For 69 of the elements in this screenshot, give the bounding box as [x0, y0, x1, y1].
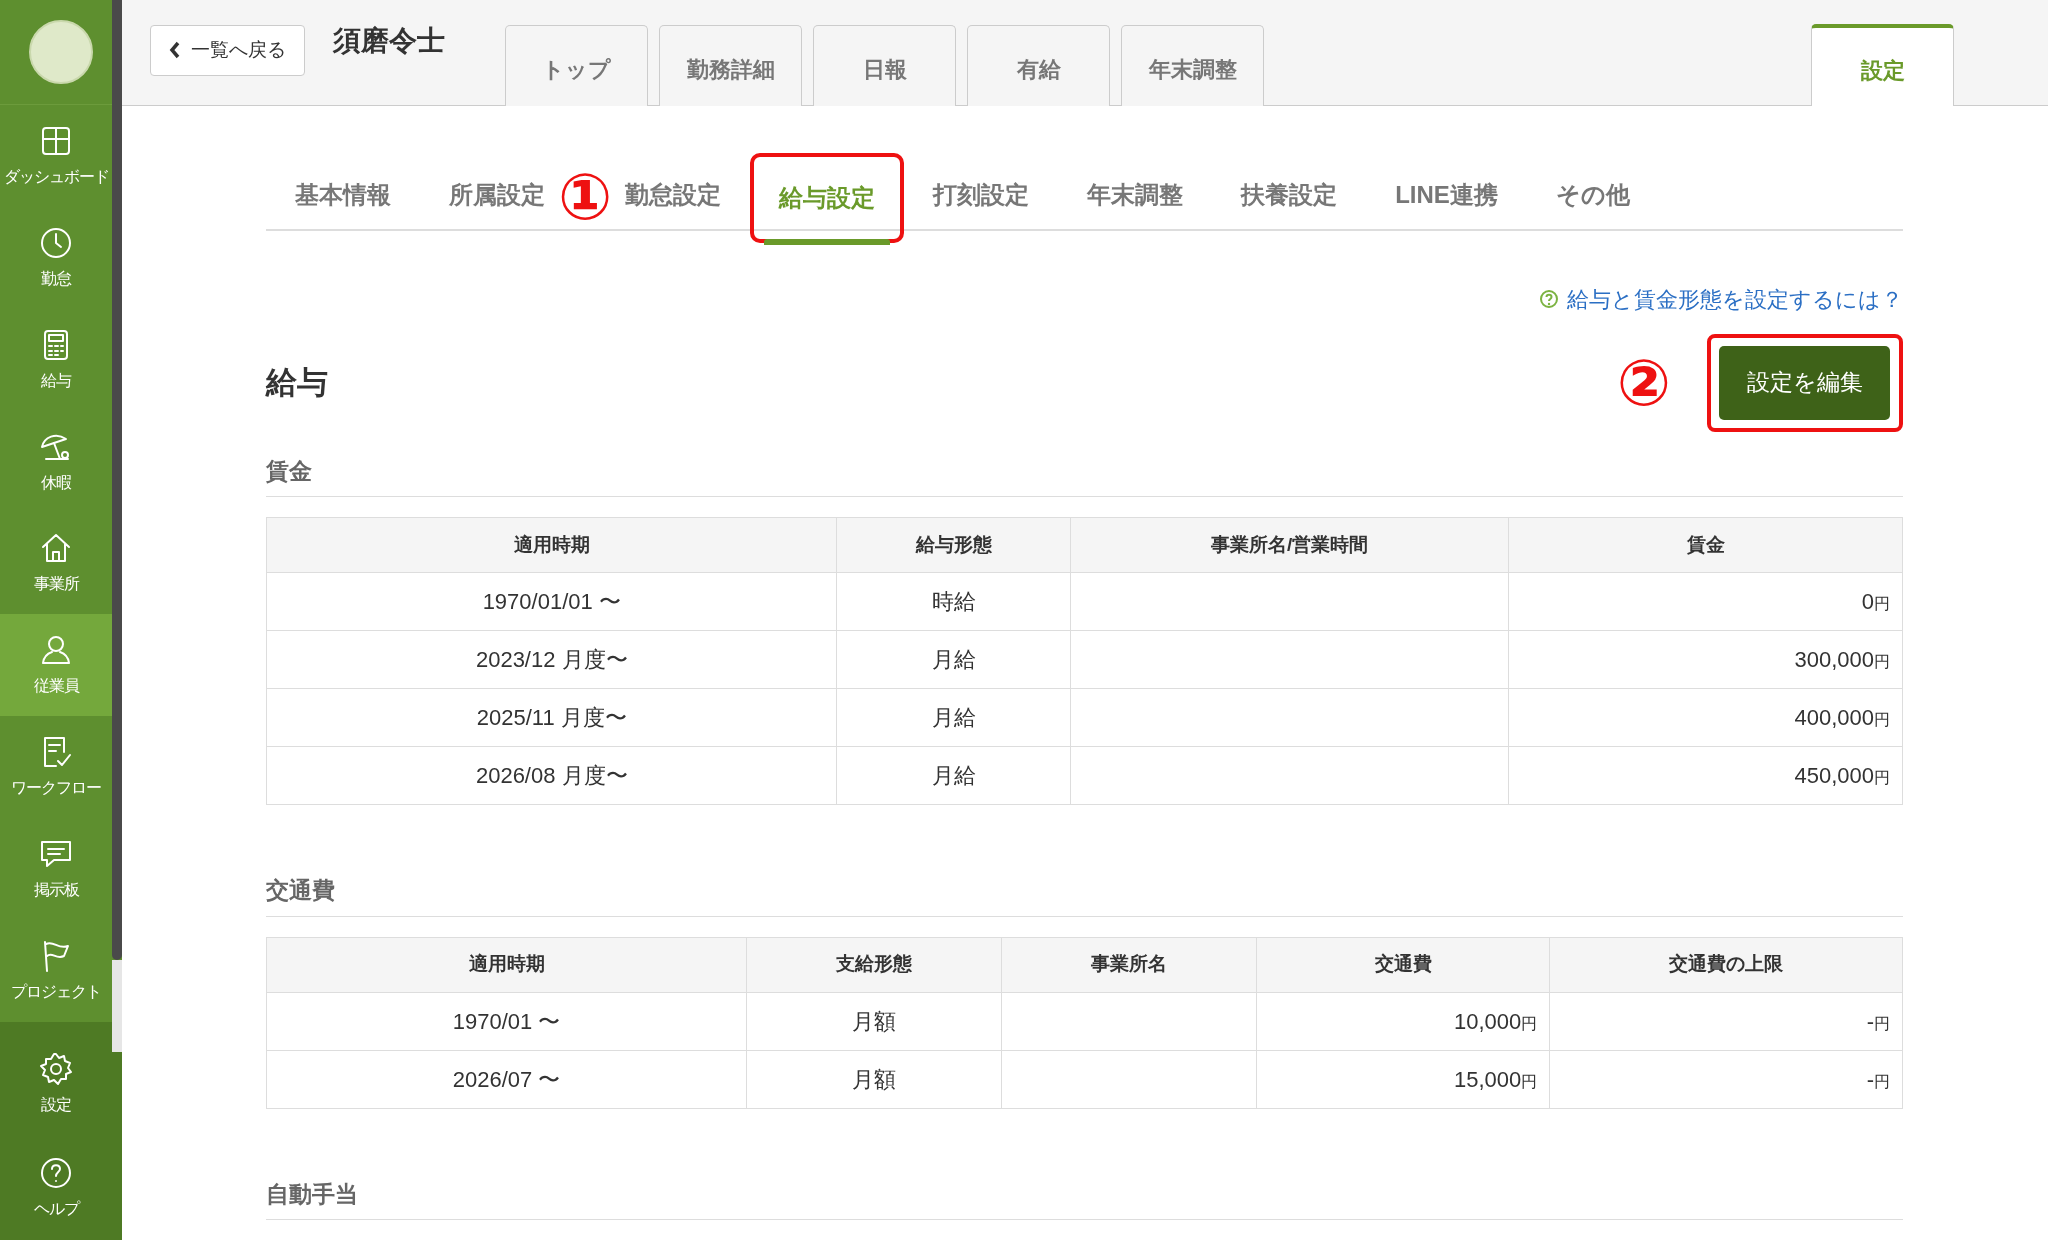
sub-tab[interactable]: 打刻設定: [904, 160, 1059, 229]
table-cell: 時給: [837, 572, 1071, 631]
column-header: 交通費の上限: [1549, 937, 1903, 992]
annotation-number: ②: [1616, 350, 1671, 415]
sidebar-item[interactable]: 勤怠: [0, 206, 112, 309]
sub-tab[interactable]: 給与設定: [750, 152, 905, 243]
logo-icon: [28, 18, 94, 85]
sub-tab[interactable]: 扶養設定: [1212, 160, 1367, 229]
section-title: 交通費: [266, 873, 1903, 917]
table-cell: 2026/08 月度〜: [266, 746, 837, 805]
sub-tab[interactable]: 年末調整: [1058, 160, 1213, 229]
column-header: 交通費: [1256, 937, 1550, 992]
table-cell: 0円: [1508, 572, 1903, 631]
table-cell: 月額: [746, 1050, 1002, 1108]
table-cell: 10,000円: [1256, 992, 1550, 1050]
sidebar-item[interactable]: プロジェクト: [0, 920, 112, 1022]
table-cell: 月給: [837, 746, 1071, 805]
help-icon: [1539, 289, 1559, 309]
sidebar-item[interactable]: ヘルプ: [0, 1136, 112, 1240]
chevron-left-icon: [169, 41, 181, 59]
sidebar-item[interactable]: 従業員: [0, 614, 112, 717]
table-cell: 1970/01/01 〜: [266, 572, 837, 631]
column-header: 支給形態: [746, 937, 1002, 992]
section-heading: 給与: [266, 363, 328, 402]
table-cell: 1970/01 〜: [266, 992, 747, 1050]
header-tab[interactable]: 設定: [1811, 23, 1954, 106]
header-tab[interactable]: 勤務詳細: [659, 24, 802, 106]
back-button[interactable]: 一覧へ戻る: [150, 24, 305, 76]
table-cell: 400,000円: [1508, 688, 1903, 747]
sidebar-item[interactable]: ワークフロー: [0, 716, 112, 819]
section-title: 自動手当: [266, 1176, 1903, 1220]
column-header: 適用時期: [266, 937, 747, 992]
sub-tab[interactable]: LINE連携: [1366, 160, 1527, 229]
scrollbar-thumb[interactable]: [112, 0, 122, 960]
settings-icon: [38, 1051, 74, 1087]
sidebar-item[interactable]: 休暇: [0, 410, 112, 513]
table-cell: 2026/07 〜: [266, 1050, 747, 1108]
sub-tab[interactable]: その他: [1526, 160, 1659, 229]
table-cell: 2025/11 月度〜: [266, 688, 837, 747]
header-tab[interactable]: トップ: [505, 24, 648, 106]
sidebar-item[interactable]: 設定: [0, 1032, 112, 1136]
sidebar-item[interactable]: 掲示板: [0, 818, 112, 921]
column-header: 事業所名/営業時間: [1070, 517, 1509, 573]
column-header: 適用時期: [266, 517, 837, 573]
annotation-number: ①: [558, 160, 613, 229]
table-cell: 450,000円: [1508, 746, 1903, 805]
employee-name: 須磨令士: [333, 24, 445, 59]
table-cell: 月給: [837, 630, 1071, 689]
sidebar-item[interactable]: 事業所: [0, 512, 112, 615]
column-header: 事業所名: [1001, 937, 1257, 992]
column-header: 給与形態: [837, 517, 1071, 573]
header-tab[interactable]: 有給: [967, 24, 1110, 106]
table-cell: 月給: [837, 688, 1071, 747]
table-cell: -円: [1549, 992, 1903, 1050]
header-tab[interactable]: 年末調整: [1121, 24, 1264, 106]
table-cell: 2023/12 月度〜: [266, 630, 837, 689]
column-header: 賃金: [1508, 517, 1903, 573]
table-cell: -円: [1549, 1050, 1903, 1108]
table-cell: 300,000円: [1508, 630, 1903, 689]
edit-settings-button[interactable]: 設定を編集: [1719, 345, 1890, 420]
header-tab[interactable]: 日報: [813, 24, 956, 106]
help-icon: [38, 1155, 74, 1191]
table-cell: 月額: [746, 992, 1002, 1050]
sub-tab[interactable]: 基本情報: [266, 160, 420, 229]
section-title: 賃金: [266, 453, 1903, 497]
sidebar-item[interactable]: ダッシュボード: [0, 104, 112, 207]
help-link[interactable]: 給与と賃金形態を設定するには？: [1539, 282, 1903, 316]
table-cell: 15,000円: [1256, 1050, 1550, 1108]
sidebar-item[interactable]: 給与: [0, 308, 112, 411]
